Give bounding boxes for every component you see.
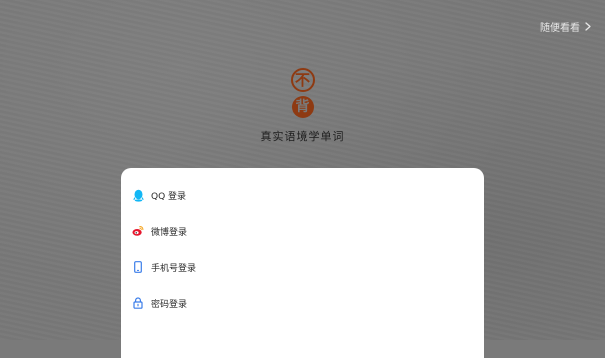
weibo-icon [132,224,144,238]
app-logo: 不 背 真实语境学单词 [0,68,605,144]
lock-icon [132,296,144,310]
password-login-label: 密码登录 [151,299,188,310]
app-slogan: 真实语境学单词 [260,130,345,143]
login-options-sheet: QQ 登录 微博登录 手机号登录 密码登录 [121,168,484,358]
phone-login-option[interactable]: 手机号登录 [132,258,196,276]
phone-icon [132,260,144,274]
phone-login-label: 手机号登录 [151,263,197,274]
browse-without-login-button[interactable]: 随便看看 [540,19,591,34]
qq-login-label: QQ 登录 [151,191,187,202]
logo-seal-bottom: 背 [291,96,314,118]
qq-icon [132,188,144,202]
weibo-login-label: 微博登录 [151,227,188,238]
logo-seal-top: 不 [290,68,315,92]
browse-label: 随便看看 [540,23,580,34]
weibo-login-option[interactable]: 微博登录 [132,222,187,240]
qq-login-option[interactable]: QQ 登录 [132,186,186,204]
password-login-option[interactable]: 密码登录 [132,294,187,312]
chevron-right-icon [585,22,591,31]
